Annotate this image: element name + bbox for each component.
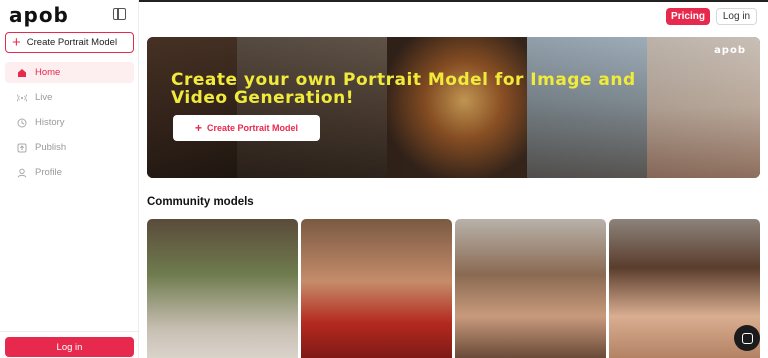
hero-title: Create your own Portrait Model for Image… [171, 70, 636, 108]
sidebar-item-profile[interactable]: Profile [5, 162, 134, 183]
sidebar: apob + Create Portrait Model Home Live H… [0, 0, 139, 358]
pricing-button[interactable]: Pricing [666, 8, 710, 25]
history-icon [17, 118, 27, 128]
hero-logo: apob [714, 45, 746, 56]
home-icon [17, 68, 27, 78]
create-portrait-model-button[interactable]: + Create Portrait Model [5, 32, 134, 53]
app-logo[interactable]: apob [9, 5, 69, 25]
sidebar-item-label: Home [35, 67, 61, 78]
hero-banner: apob Create your own Portrait Model for … [147, 37, 760, 178]
sidebar-item-label: Publish [35, 142, 67, 153]
sidebar-item-publish[interactable]: Publish [5, 137, 134, 158]
model-card[interactable] [147, 219, 298, 358]
sidebar-divider [0, 331, 139, 332]
top-header: Pricing Log in [140, 0, 768, 34]
publish-icon [17, 143, 27, 153]
profile-icon [17, 168, 27, 178]
sidebar-item-label: Live [35, 92, 53, 103]
plus-icon: + [12, 34, 21, 51]
sidebar-item-live[interactable]: Live [5, 87, 134, 108]
sidebar-login-button[interactable]: Log in [5, 337, 134, 357]
sidebar-item-label: Profile [35, 167, 62, 178]
plus-icon: + [194, 121, 202, 135]
community-models-title: Community models [147, 196, 254, 208]
sidebar-nav: Home Live History Publish Profile [5, 62, 134, 187]
live-icon [17, 93, 27, 103]
support-chat-button[interactable] [734, 325, 760, 351]
hero-button-label: Create Portrait Model [206, 123, 299, 133]
sidebar-item-history[interactable]: History [5, 112, 134, 133]
sidebar-item-home[interactable]: Home [5, 62, 134, 83]
create-portrait-model-label: Create Portrait Model [26, 37, 118, 48]
community-models-grid [147, 219, 760, 358]
hero-create-portrait-model-button[interactable]: + Create Portrait Model [173, 115, 320, 141]
sidebar-toggle-icon[interactable] [113, 8, 126, 20]
model-card[interactable] [455, 219, 606, 358]
sidebar-item-label: History [35, 117, 65, 128]
chat-icon [741, 332, 753, 344]
model-card[interactable] [301, 219, 452, 358]
header-login-button[interactable]: Log in [716, 8, 757, 25]
